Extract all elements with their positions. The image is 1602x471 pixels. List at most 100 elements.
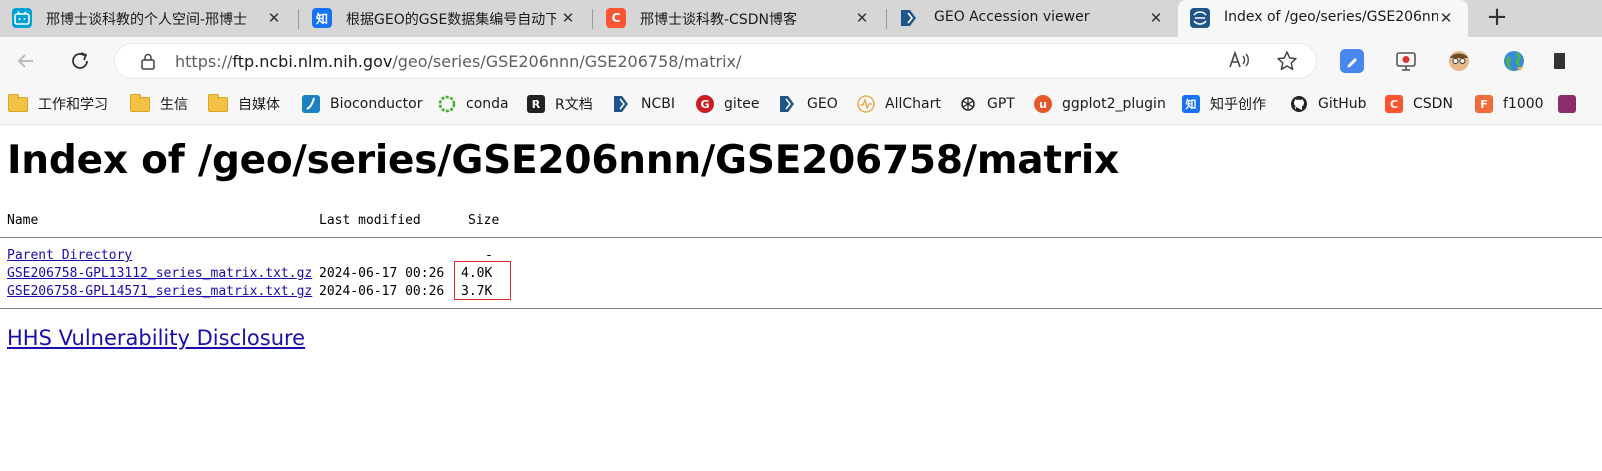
bookmark-conda[interactable]: conda	[438, 93, 509, 115]
tab-title: Index of /geo/series/GSE206nnn/	[1224, 9, 1438, 25]
bookmark-folder-we-media[interactable]: 自媒体	[208, 93, 280, 115]
back-button[interactable]	[12, 47, 40, 75]
bookmark-label: NCBI	[641, 96, 675, 112]
bookmark-label: gitee	[724, 96, 760, 112]
file-last-modified: 2024-06-17 00:26	[319, 266, 445, 281]
ncbi-icon	[900, 8, 920, 28]
bookmark-ncbi[interactable]: NCBI	[613, 93, 675, 115]
parent-directory-link[interactable]: Parent Directory	[7, 248, 132, 263]
bookmark-r-docs[interactable]: R R文档	[527, 93, 593, 115]
close-icon[interactable]: ✕	[264, 8, 284, 28]
tab-divider	[592, 9, 593, 29]
url-path: /geo/series/GSE206nnn/GSE206758/matrix/	[392, 52, 742, 71]
favorite-star-icon[interactable]	[1275, 50, 1299, 74]
bookmarks-bar: 工作和学习 生信 自媒体 Bioconductor conda R R文档 NC…	[0, 85, 1602, 125]
screen-record-extension-icon[interactable]	[1394, 49, 1418, 73]
close-icon[interactable]: ✕	[1436, 8, 1456, 28]
bookmark-bioconductor[interactable]: Bioconductor	[302, 93, 422, 115]
bookmark-label: GPT	[987, 96, 1015, 112]
browser-toolbar: https://ftp.ncbi.nlm.nih.gov/geo/series/…	[0, 37, 1602, 85]
globe-extension-icon[interactable]	[1502, 49, 1526, 73]
bookmark-zhihu-create[interactable]: 知 知乎创作	[1182, 93, 1266, 115]
bookmark-ggplot2-plugin[interactable]: u ggplot2_plugin	[1034, 93, 1166, 115]
avatar-extension-icon[interactable]	[1447, 49, 1471, 73]
zhihu-icon: 知	[312, 8, 332, 28]
folder-icon	[8, 93, 28, 112]
tab-divider	[298, 9, 299, 29]
ncbi-icon	[613, 95, 631, 113]
size-highlight-box	[454, 261, 511, 300]
column-header-name: Name	[7, 213, 39, 228]
bookmark-overflow-partial[interactable]	[1558, 93, 1602, 115]
gitee-icon: G	[696, 95, 714, 113]
allchart-icon	[857, 95, 875, 113]
tab-title: 根据GEO的GSE数据集编号自动下	[346, 12, 556, 28]
tab-zhihu-article[interactable]: 知 根据GEO的GSE数据集编号自动下 ✕	[300, 0, 590, 37]
folder-icon	[130, 93, 150, 112]
bookmark-gpt[interactable]: GPT	[959, 93, 1015, 115]
new-tab-button[interactable]: +	[1484, 4, 1510, 32]
bookmark-f1000[interactable]: F f1000	[1475, 93, 1544, 115]
tab-geo-accession-viewer[interactable]: GEO Accession viewer ✕	[888, 0, 1178, 37]
ncbi-ftp-icon	[1190, 8, 1210, 28]
file-link[interactable]: GSE206758-GPL14571_series_matrix.txt.gz	[7, 284, 312, 299]
divider-top	[0, 237, 1602, 238]
bioconductor-icon	[302, 95, 320, 113]
bookmark-label: 工作和学习	[38, 97, 108, 113]
bookmark-label: GitHub	[1318, 96, 1367, 112]
bookmark-csdn[interactable]: C CSDN	[1385, 93, 1453, 115]
address-bar[interactable]: https://ftp.ncbi.nlm.nih.gov/geo/series/…	[114, 43, 1317, 79]
tab-index-of-matrix[interactable]: Index of /geo/series/GSE206nnn/ ✕	[1178, 0, 1468, 37]
bookmark-allchart[interactable]: AllChart	[857, 93, 941, 115]
close-icon[interactable]: ✕	[558, 8, 578, 28]
bookmark-geo[interactable]: GEO	[779, 93, 838, 115]
tab-title: 邢博士谈科教的个人空间-邢博士	[46, 12, 248, 28]
close-icon[interactable]: ✕	[852, 8, 872, 28]
bookmark-folder-work-study[interactable]: 工作和学习	[8, 93, 108, 115]
bookmark-folder-bioinfo[interactable]: 生信	[130, 93, 188, 115]
url-text[interactable]: https://ftp.ncbi.nlm.nih.gov/geo/series/…	[175, 52, 741, 71]
close-icon[interactable]: ✕	[1146, 8, 1166, 28]
bookmark-label: f1000	[1503, 96, 1544, 112]
page-title: Index of /geo/series/GSE206nnn/GSE206758…	[7, 138, 1119, 183]
geo-icon	[779, 95, 797, 113]
read-aloud-icon[interactable]	[1227, 50, 1251, 74]
bookmark-label: conda	[466, 96, 509, 112]
tab-title: 邢博士谈科教-CSDN博客	[640, 12, 797, 28]
bookmark-label: Bioconductor	[330, 96, 423, 112]
bookmark-label: R文档	[555, 97, 593, 113]
file-link[interactable]: GSE206758-GPL13112_series_matrix.txt.gz	[7, 266, 312, 281]
file-last-modified: 2024-06-17 00:26	[319, 284, 445, 299]
bookmark-github[interactable]: GitHub	[1290, 93, 1367, 115]
csdn-icon: C	[1385, 95, 1403, 113]
url-scheme: https://	[175, 52, 233, 71]
csdn-icon: C	[606, 8, 626, 28]
bookmark-label: 知乎创作	[1210, 97, 1266, 113]
tab-bilibili-space[interactable]: 邢博士谈科教的个人空间-邢博士 ✕	[0, 0, 296, 37]
zhihu-icon: 知	[1182, 95, 1200, 113]
openai-icon	[959, 95, 977, 113]
tab-csdn-blog[interactable]: C 邢博士谈科教-CSDN博客 ✕	[594, 0, 884, 37]
github-icon	[1290, 95, 1308, 113]
r-docs-icon: R	[527, 95, 545, 113]
f1000-icon: F	[1475, 95, 1493, 113]
reload-button[interactable]	[66, 47, 94, 75]
folder-icon	[208, 93, 228, 112]
reload-icon	[72, 52, 88, 69]
lock-icon[interactable]	[139, 52, 157, 70]
bookmark-label: AllChart	[885, 96, 941, 112]
divider-bottom	[0, 308, 1602, 309]
bookmark-label: ggplot2_plugin	[1062, 96, 1166, 112]
sidebar-extension-icon[interactable]	[1553, 49, 1566, 73]
bookmark-partial-icon	[1558, 95, 1576, 113]
notes-extension-icon[interactable]	[1340, 49, 1364, 73]
conda-icon	[438, 95, 456, 113]
hhs-vulnerability-disclosure-link[interactable]: HHS Vulnerability Disclosure	[7, 326, 305, 350]
tab-divider	[886, 9, 887, 29]
bookmark-label: 自媒体	[238, 97, 280, 113]
bookmark-label: 生信	[160, 97, 188, 113]
bookmark-label: CSDN	[1413, 96, 1453, 112]
bookmark-gitee[interactable]: G gitee	[696, 93, 760, 115]
column-header-size: Size	[468, 213, 500, 228]
bookmark-label: GEO	[807, 96, 838, 112]
